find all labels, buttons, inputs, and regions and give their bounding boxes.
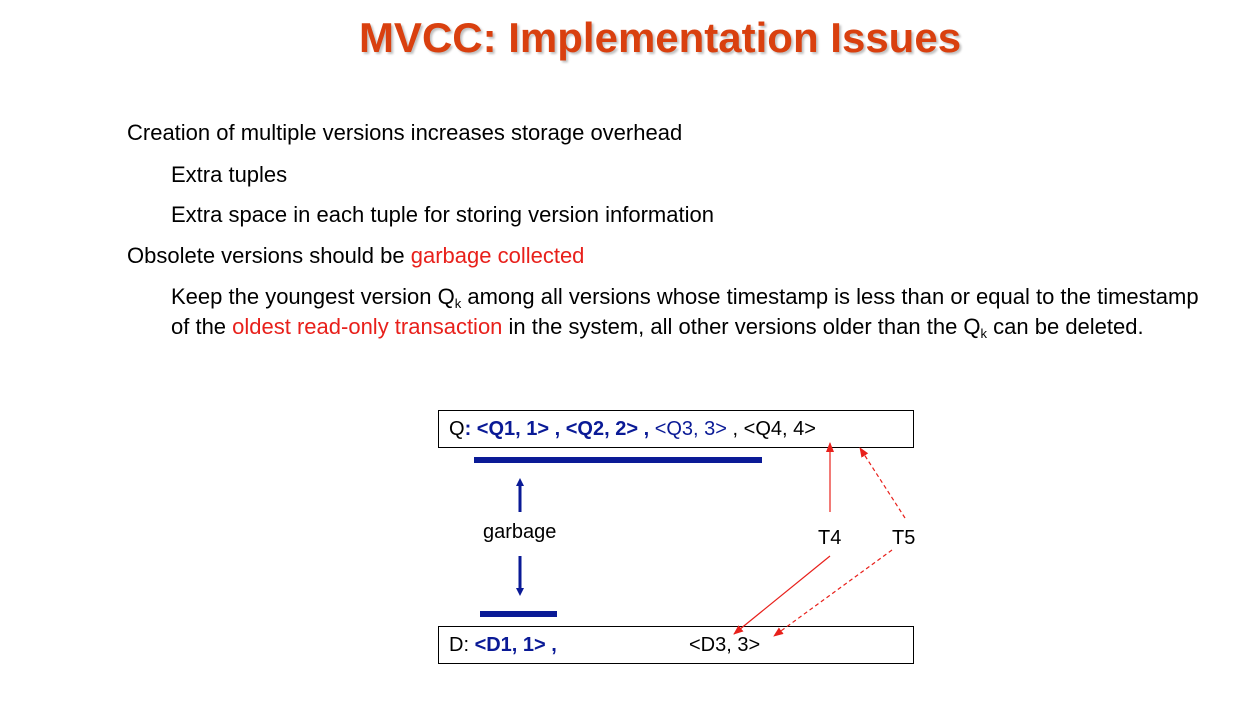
- t5-arrow-to-q4: [859, 447, 906, 519]
- t5-arrow-to-d3: [773, 549, 893, 637]
- t4-arrow-to-d3: [733, 555, 831, 635]
- diagram-overlay: [474, 442, 906, 637]
